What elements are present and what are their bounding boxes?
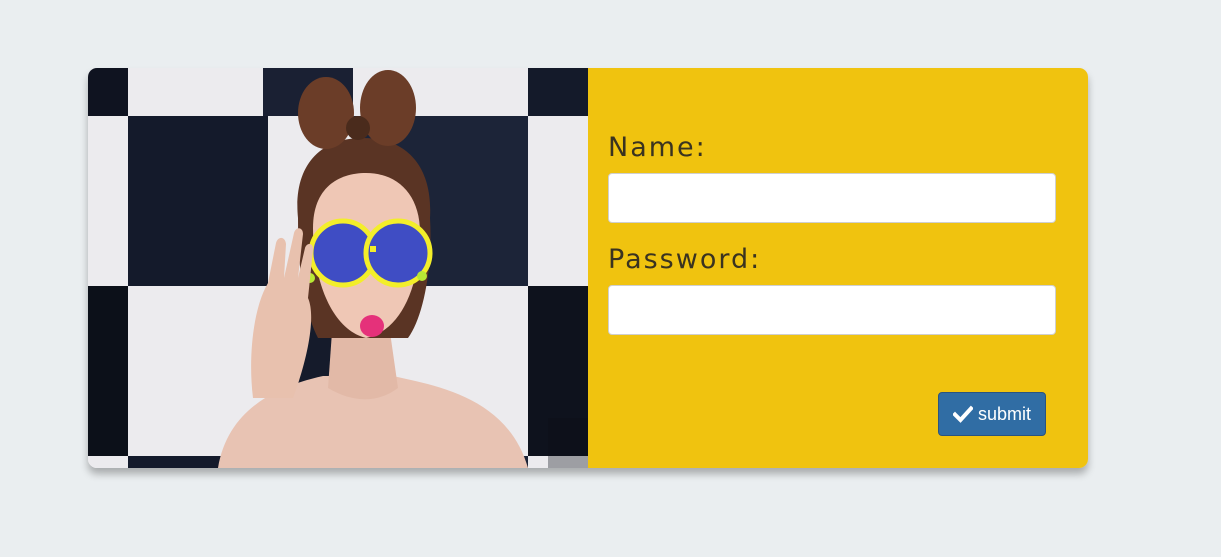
name-label: Name: (608, 132, 707, 163)
login-form: Name: Password: submit (588, 68, 1088, 468)
hero-photo (88, 68, 588, 468)
password-label: Password: (608, 244, 762, 275)
password-input[interactable] (608, 285, 1056, 335)
login-card: Name: Password: submit (88, 68, 1088, 468)
submit-label: submit (977, 403, 1031, 424)
submit-button[interactable]: submit (938, 392, 1046, 436)
check-icon (952, 405, 973, 423)
woman-with-sunglasses-image (88, 68, 588, 468)
name-input[interactable] (608, 173, 1056, 223)
